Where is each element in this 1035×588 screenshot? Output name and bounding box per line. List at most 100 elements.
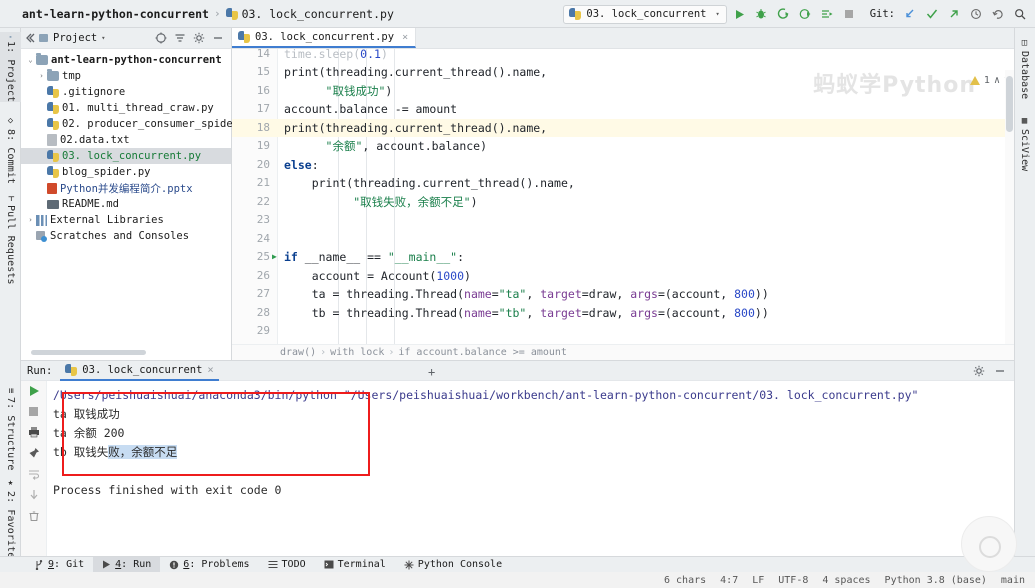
status-tool-python-console[interactable]: Python Console: [395, 557, 511, 573]
pin-tab-button[interactable]: [28, 447, 40, 459]
tree-expand-arrow[interactable]: ⌄: [25, 56, 36, 64]
project-panel-title[interactable]: Project ▾: [39, 32, 105, 44]
breadcrumb-if-balance[interactable]: if account.balance >= amount: [398, 347, 567, 358]
print-button[interactable]: [28, 426, 40, 438]
sidebar-item-database[interactable]: ◫ Database: [1014, 34, 1035, 100]
git-commit-button[interactable]: [922, 5, 941, 24]
code-line[interactable]: 29: [232, 322, 1014, 341]
git-history-button[interactable]: [966, 5, 985, 24]
project-horizontal-scrollbar[interactable]: [21, 348, 232, 356]
tree-item[interactable]: blog_spider.py: [21, 164, 231, 180]
tree-item[interactable]: README.md: [21, 196, 231, 212]
tree-item[interactable]: › tmp: [21, 68, 231, 84]
status-field[interactable]: 6 chars: [664, 575, 706, 586]
tree-item[interactable]: .gitignore: [21, 84, 231, 100]
code-line[interactable]: 26 account = Account(1000): [232, 267, 1014, 286]
code-line[interactable]: 28 tb = threading.Thread(name="tb", targ…: [232, 304, 1014, 323]
status-tool-todo[interactable]: TODO: [259, 557, 315, 573]
tree-item-label: 01. multi_thread_craw.py: [62, 102, 214, 114]
sidebar-item-commit[interactable]: ◇ 8: Commit: [0, 112, 21, 184]
tree-item[interactable]: 02. producer_consumer_spide: [21, 116, 233, 132]
python-file-icon: [47, 102, 59, 114]
run-coverage-button[interactable]: [774, 5, 793, 24]
code-text: print(threading.current_thread().name,: [284, 65, 548, 79]
status-field[interactable]: Python 3.8 (base): [885, 575, 987, 586]
git-push-button[interactable]: [944, 5, 963, 24]
code-area[interactable]: 14 time.sleep(0.1) 15 print(threading.curre…: [232, 49, 1014, 360]
run-configuration-selector[interactable]: 03. lock_concurrent ▾: [563, 4, 727, 24]
tree-expand-arrow[interactable]: ›: [36, 72, 47, 80]
locate-file-icon[interactable]: [155, 32, 167, 44]
tree-item[interactable]: Python并发编程简介.pptx: [21, 180, 231, 196]
collapse-all-icon[interactable]: [174, 32, 186, 44]
stop-button[interactable]: [840, 5, 859, 24]
sidebar-item-project[interactable]: 1: Project: [0, 32, 21, 102]
rerun-button[interactable]: [28, 385, 40, 397]
status-tool-4-run[interactable]: 4: Run: [93, 556, 161, 573]
inspection-widget[interactable]: 1 ∧ ∨: [969, 75, 1010, 86]
search-everywhere-icon[interactable]: [1010, 5, 1029, 24]
tree-item[interactable]: 03. lock_concurrent.py: [21, 148, 231, 164]
sidebar-item-sciview[interactable]: ▦ SciView: [1014, 112, 1035, 174]
breadcrumb-project[interactable]: ant-learn-python-concurrent: [22, 7, 209, 21]
git-rollback-button[interactable]: [988, 5, 1007, 24]
code-line[interactable]: 19 "余额", account.balance): [232, 137, 1014, 156]
close-icon[interactable]: ×: [402, 32, 408, 43]
code-line[interactable]: 20 else:: [232, 156, 1014, 175]
code-line[interactable]: 27 ta = threading.Thread(name="ta", targ…: [232, 285, 1014, 304]
status-field[interactable]: 4:7: [720, 575, 738, 586]
close-icon[interactable]: ×: [207, 364, 213, 376]
code-line[interactable]: 22 "取钱失败，余额不足"): [232, 193, 1014, 212]
status-tool-terminal[interactable]: Terminal: [315, 557, 395, 573]
code-line[interactable]: 18 print(threading.current_thread().name,: [232, 118, 1014, 137]
editor-scrollbar[interactable]: [1005, 70, 1014, 360]
status-tool-6-problems[interactable]: 6: Problems: [160, 557, 258, 573]
code-line[interactable]: 24: [232, 230, 1014, 249]
stop-process-button[interactable]: [28, 406, 39, 417]
tree-expand-arrow[interactable]: ›: [25, 216, 36, 224]
sidebar-item-pull-requests[interactable]: ⊢ Pull Requests: [0, 192, 21, 284]
code-line[interactable]: 17 account.balance -= amount: [232, 100, 1014, 119]
code-line[interactable]: 14 time.sleep(0.1): [232, 49, 1014, 63]
tree-item[interactable]: ⌄ ant-learn-python-concurrent: [21, 52, 231, 68]
status-field[interactable]: main: [1001, 575, 1025, 586]
run-with-console-button[interactable]: [818, 5, 837, 24]
breadcrumb-file[interactable]: 03. lock_concurrent.py: [225, 7, 394, 21]
tree-item[interactable]: 02.data.txt: [21, 132, 231, 148]
gear-icon[interactable]: [193, 32, 205, 44]
run-tab-lock-concurrent[interactable]: 03. lock_concurrent ×: [60, 361, 219, 381]
code-line[interactable]: 21 print(threading.current_thread().name…: [232, 174, 1014, 193]
python-console-icon: [404, 560, 414, 570]
hide-panel-icon[interactable]: [212, 32, 224, 44]
soft-wrap-button[interactable]: [28, 468, 40, 480]
clear-all-button[interactable]: [28, 510, 40, 522]
sidebar-item-structure[interactable]: ≡ 7: Structure: [0, 384, 21, 470]
tree-item[interactable]: 01. multi_thread_craw.py: [21, 100, 231, 116]
run-console-output[interactable]: /Users/peishuaishuai/anaconda3/bin/pytho…: [47, 381, 1014, 561]
hide-panel-icon[interactable]: [994, 365, 1006, 377]
editor-tab-lock-concurrent[interactable]: 03. lock_concurrent.py ×: [232, 28, 417, 48]
scratches-icon: [36, 230, 47, 242]
breadcrumb-with-lock[interactable]: with lock: [330, 347, 384, 358]
scroll-to-end-button[interactable]: [28, 489, 40, 501]
run-tab-label: 03. lock_concurrent: [82, 363, 203, 376]
chevron-up-icon[interactable]: ∧: [994, 75, 1000, 86]
status-field[interactable]: 4 spaces: [822, 575, 870, 586]
run-gutter-icon[interactable]: ▶: [272, 248, 277, 267]
gear-icon[interactable]: [973, 365, 985, 377]
add-tab-icon[interactable]: +: [428, 365, 435, 379]
git-update-button[interactable]: [900, 5, 919, 24]
profile-button[interactable]: [796, 5, 815, 24]
breadcrumb-draw[interactable]: draw(): [280, 347, 316, 358]
status-tool-9-git[interactable]: 9: Git: [26, 557, 93, 573]
run-button[interactable]: [730, 5, 749, 24]
status-field[interactable]: LF: [752, 575, 764, 586]
collapse-pane-icon[interactable]: [25, 33, 35, 43]
status-field[interactable]: UTF-8: [778, 575, 808, 586]
tree-item[interactable]: Scratches and Consoles: [21, 228, 231, 244]
tree-item[interactable]: › External Libraries: [21, 212, 231, 228]
debug-button[interactable]: [752, 5, 771, 24]
sidebar-item-favorites[interactable]: ★ 2: Favorites: [0, 474, 21, 565]
code-line[interactable]: 23: [232, 211, 1014, 230]
code-line[interactable]: 25 ▶ if __name__ == "__main__":: [232, 248, 1014, 267]
